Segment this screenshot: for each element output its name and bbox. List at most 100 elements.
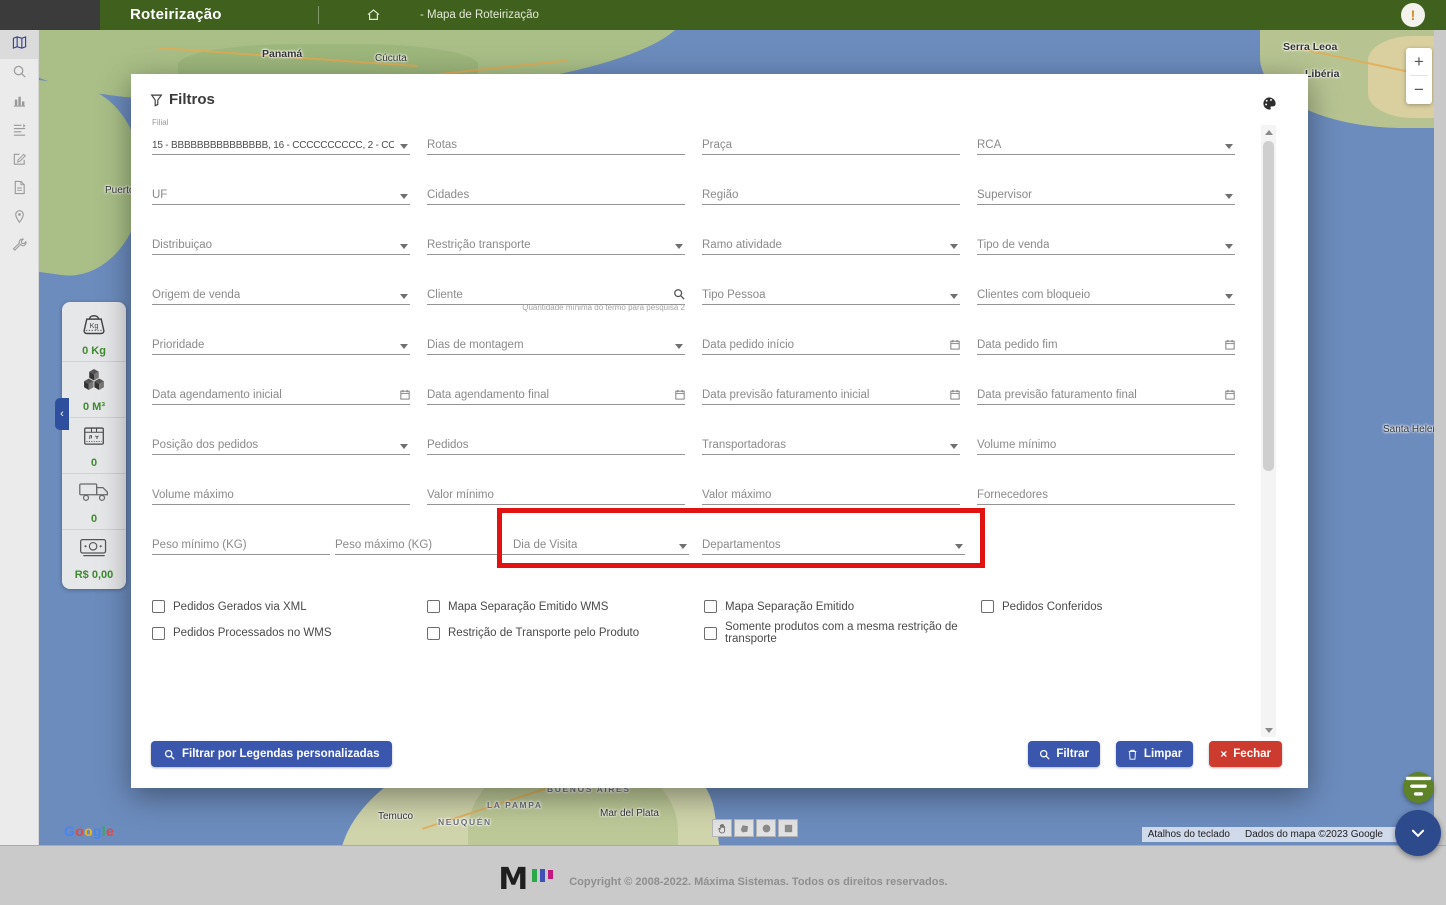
filter-field-tipo-pessoa[interactable]: Tipo Pessoa xyxy=(702,279,960,305)
checkbox-box xyxy=(981,600,994,613)
filter-field-praca[interactable]: Praça xyxy=(702,129,960,155)
filter-field-tipo-de-venda[interactable]: Tipo de venda xyxy=(977,229,1235,255)
limpar-button[interactable]: Limpar xyxy=(1115,741,1194,767)
sidebar-item-tools[interactable] xyxy=(0,233,38,262)
filter-field-peso-minimo-kg[interactable]: Peso mínimo (KG) xyxy=(152,529,330,555)
zoom-out-button[interactable]: − xyxy=(1406,76,1432,103)
filter-field-peso-maximo-kg[interactable]: Peso máximo (KG) xyxy=(335,529,513,555)
filtrar-button[interactable]: Filtrar xyxy=(1028,741,1100,767)
modal-actions: Filtrar Limpar × Fechar xyxy=(1028,741,1282,767)
package-icon xyxy=(78,423,110,455)
map-filter-fab[interactable] xyxy=(1403,772,1434,803)
modal-scrollbar[interactable] xyxy=(1261,125,1276,737)
filter-field-rotas[interactable]: Rotas xyxy=(427,129,685,155)
filter-field-clientes-com-bloqueio[interactable]: Clientes com bloqueio xyxy=(977,279,1235,305)
sidebar-item-route-list[interactable] xyxy=(0,117,38,146)
fechar-button[interactable]: × Fechar xyxy=(1209,741,1282,767)
field-value: 15 - BBBBBBBBBBBBBBB, 16 - CCCCCCCCCC, 2… xyxy=(152,140,394,151)
checkbox-pedidos-gerados-via-xml[interactable]: Pedidos Gerados via XML xyxy=(152,600,427,613)
filter-field-valor-minimo[interactable]: Valor mínimo xyxy=(427,479,685,505)
zoom-in-button[interactable]: + xyxy=(1406,48,1432,75)
filter-field-fornecedores[interactable]: Fornecedores xyxy=(977,479,1235,505)
attribution-link[interactable]: Atalhos do teclado xyxy=(1148,829,1230,840)
filter-field-dias-de-montagem[interactable]: Dias de montagem xyxy=(427,329,685,355)
filter-field-transportadoras[interactable]: Transportadoras xyxy=(702,429,960,455)
checkbox-pedidos-conferidos[interactable]: Pedidos Conferidos xyxy=(981,600,1102,613)
checkbox-row-2: Pedidos Processados no WMS Restrição de T… xyxy=(152,621,981,645)
filter-field-origem-de-venda[interactable]: Origem de venda xyxy=(152,279,410,305)
alert-icon[interactable]: ! xyxy=(1401,3,1425,27)
filter-field-rca[interactable]: RCA xyxy=(977,129,1235,155)
filter-field-data-previsao-faturamento-final[interactable]: Data previsão faturamento final xyxy=(977,379,1235,405)
filter-field-supervisor[interactable]: Supervisor xyxy=(977,179,1235,205)
filter-field-regiao[interactable]: Região xyxy=(702,179,960,205)
map-tool-circle[interactable] xyxy=(756,819,776,837)
filter-field-cidades[interactable]: Cidades xyxy=(427,179,685,205)
filter-field-restricao-transporte[interactable]: Restrição transporte xyxy=(427,229,685,255)
filter-field-valor-maximo[interactable]: Valor máximo xyxy=(702,479,960,505)
filter-field-data-previsao-faturamento-inicial[interactable]: Data previsão faturamento inicial xyxy=(702,379,960,405)
checkbox-mapa-separacao-emitido-wms[interactable]: Mapa Separação Emitido WMS xyxy=(427,600,704,613)
checkbox-label: Mapa Separação Emitido WMS xyxy=(448,600,609,613)
sidebar-item-bar-chart[interactable] xyxy=(0,88,38,117)
filter-field-uf[interactable]: UF xyxy=(152,179,410,205)
sidebar-item-map[interactable] xyxy=(0,30,38,59)
filter-field-posicao-dos-pedidos[interactable]: Posição dos pedidos xyxy=(152,429,410,455)
checkbox-pedidos-processados-no-wms[interactable]: Pedidos Processados no WMS xyxy=(152,626,427,640)
logo-bar xyxy=(540,869,546,882)
chevron-down-icon xyxy=(1225,244,1233,249)
sidebar-item-document[interactable] xyxy=(0,175,38,204)
sidebar-item-edit[interactable] xyxy=(0,146,38,175)
scrollbar-thumb[interactable] xyxy=(1263,141,1274,471)
stats-collapse-button[interactable]: ‹ xyxy=(55,398,69,430)
google-logo-letter: G xyxy=(64,823,76,839)
field-label: Valor máximo xyxy=(702,489,772,501)
app-title: Roteirização xyxy=(130,6,222,23)
filter-field-data-agendamento-final[interactable]: Data agendamento final xyxy=(427,379,685,405)
logo-bar xyxy=(532,869,538,882)
field-label: Supervisor xyxy=(977,189,1032,201)
field-label: Cliente xyxy=(427,289,463,301)
filter-field-ramo-atividade[interactable]: Ramo atividade xyxy=(702,229,960,255)
filter-field-distribuicao[interactable]: Distribuiçao xyxy=(152,229,410,255)
chevron-down-icon xyxy=(400,444,408,449)
field-label: RCA xyxy=(977,139,1002,151)
scroll-up-arrow[interactable] xyxy=(1261,125,1276,139)
checkbox-somente-produtos-com-a-mesma-restricao-de-transporte[interactable]: Somente produtos com a mesma restrição d… xyxy=(704,621,981,645)
checkbox-restricao-de-transporte-pelo-produto[interactable]: Restrição de Transporte pelo Produto xyxy=(427,626,704,640)
filter-field-volume-minimo[interactable]: Volume mínimo xyxy=(977,429,1235,455)
checkbox-label: Pedidos Gerados via XML xyxy=(173,600,307,613)
filter-by-legends-label: Filtrar por Legendas personalizadas xyxy=(182,748,380,760)
highlight-rectangle xyxy=(497,508,985,568)
filtrar-label: Filtrar xyxy=(1056,748,1089,760)
map-tool-rectangle[interactable] xyxy=(778,819,798,837)
maxima-logo-bars xyxy=(532,868,554,882)
home-icon[interactable] xyxy=(366,8,381,22)
calendar-icon xyxy=(950,339,960,350)
field-label: Data pedido fim xyxy=(977,339,1058,351)
google-logo-letter: o xyxy=(84,823,93,839)
filter-field-prioridade[interactable]: Prioridade xyxy=(152,329,410,355)
filter-by-legends-button[interactable]: Filtrar por Legendas personalizadas xyxy=(151,741,393,767)
sidebar-item-search[interactable] xyxy=(0,59,38,88)
sidebar-item-pin[interactable] xyxy=(0,204,38,233)
checkbox-mapa-separacao-emitido[interactable]: Mapa Separação Emitido xyxy=(704,600,981,613)
chevron-down-icon xyxy=(400,244,408,249)
cubes-icon xyxy=(78,367,110,399)
filter-field-data-agendamento-inicial[interactable]: Data agendamento inicial xyxy=(152,379,410,405)
filter-field-cliente[interactable]: Cliente Quantidade mínima do termo para p… xyxy=(427,279,685,312)
filter-row-8: Volume máximo Valor mínimo Valor máximo For… xyxy=(152,479,1252,505)
scroll-down-arrow[interactable] xyxy=(1261,723,1276,737)
map-tool-hand[interactable] xyxy=(712,819,732,837)
map-tool-polygon[interactable] xyxy=(734,819,754,837)
field-label: Data previsão faturamento final xyxy=(977,389,1137,401)
filter-field-volume-maximo[interactable]: Volume máximo xyxy=(152,479,410,505)
map-label-serra-leoa: Serra Leoa xyxy=(1283,41,1338,53)
filter-field-data-pedido-fim[interactable]: Data pedido fim xyxy=(977,329,1235,355)
filter-field-data-pedido-inicio[interactable]: Data pedido início xyxy=(702,329,960,355)
scroll-down-fab[interactable] xyxy=(1395,810,1441,856)
attribution-link[interactable]: Dados do mapa ©2023 Google xyxy=(1245,829,1383,840)
map-label-neuquen: NEUQUÉN xyxy=(438,817,492,827)
filter-field-pedidos[interactable]: Pedidos xyxy=(427,429,685,455)
filter-field-filial[interactable]: Filial 15 - BBBBBBBBBBBBBBB, 16 - CCCCCCC… xyxy=(152,118,410,155)
